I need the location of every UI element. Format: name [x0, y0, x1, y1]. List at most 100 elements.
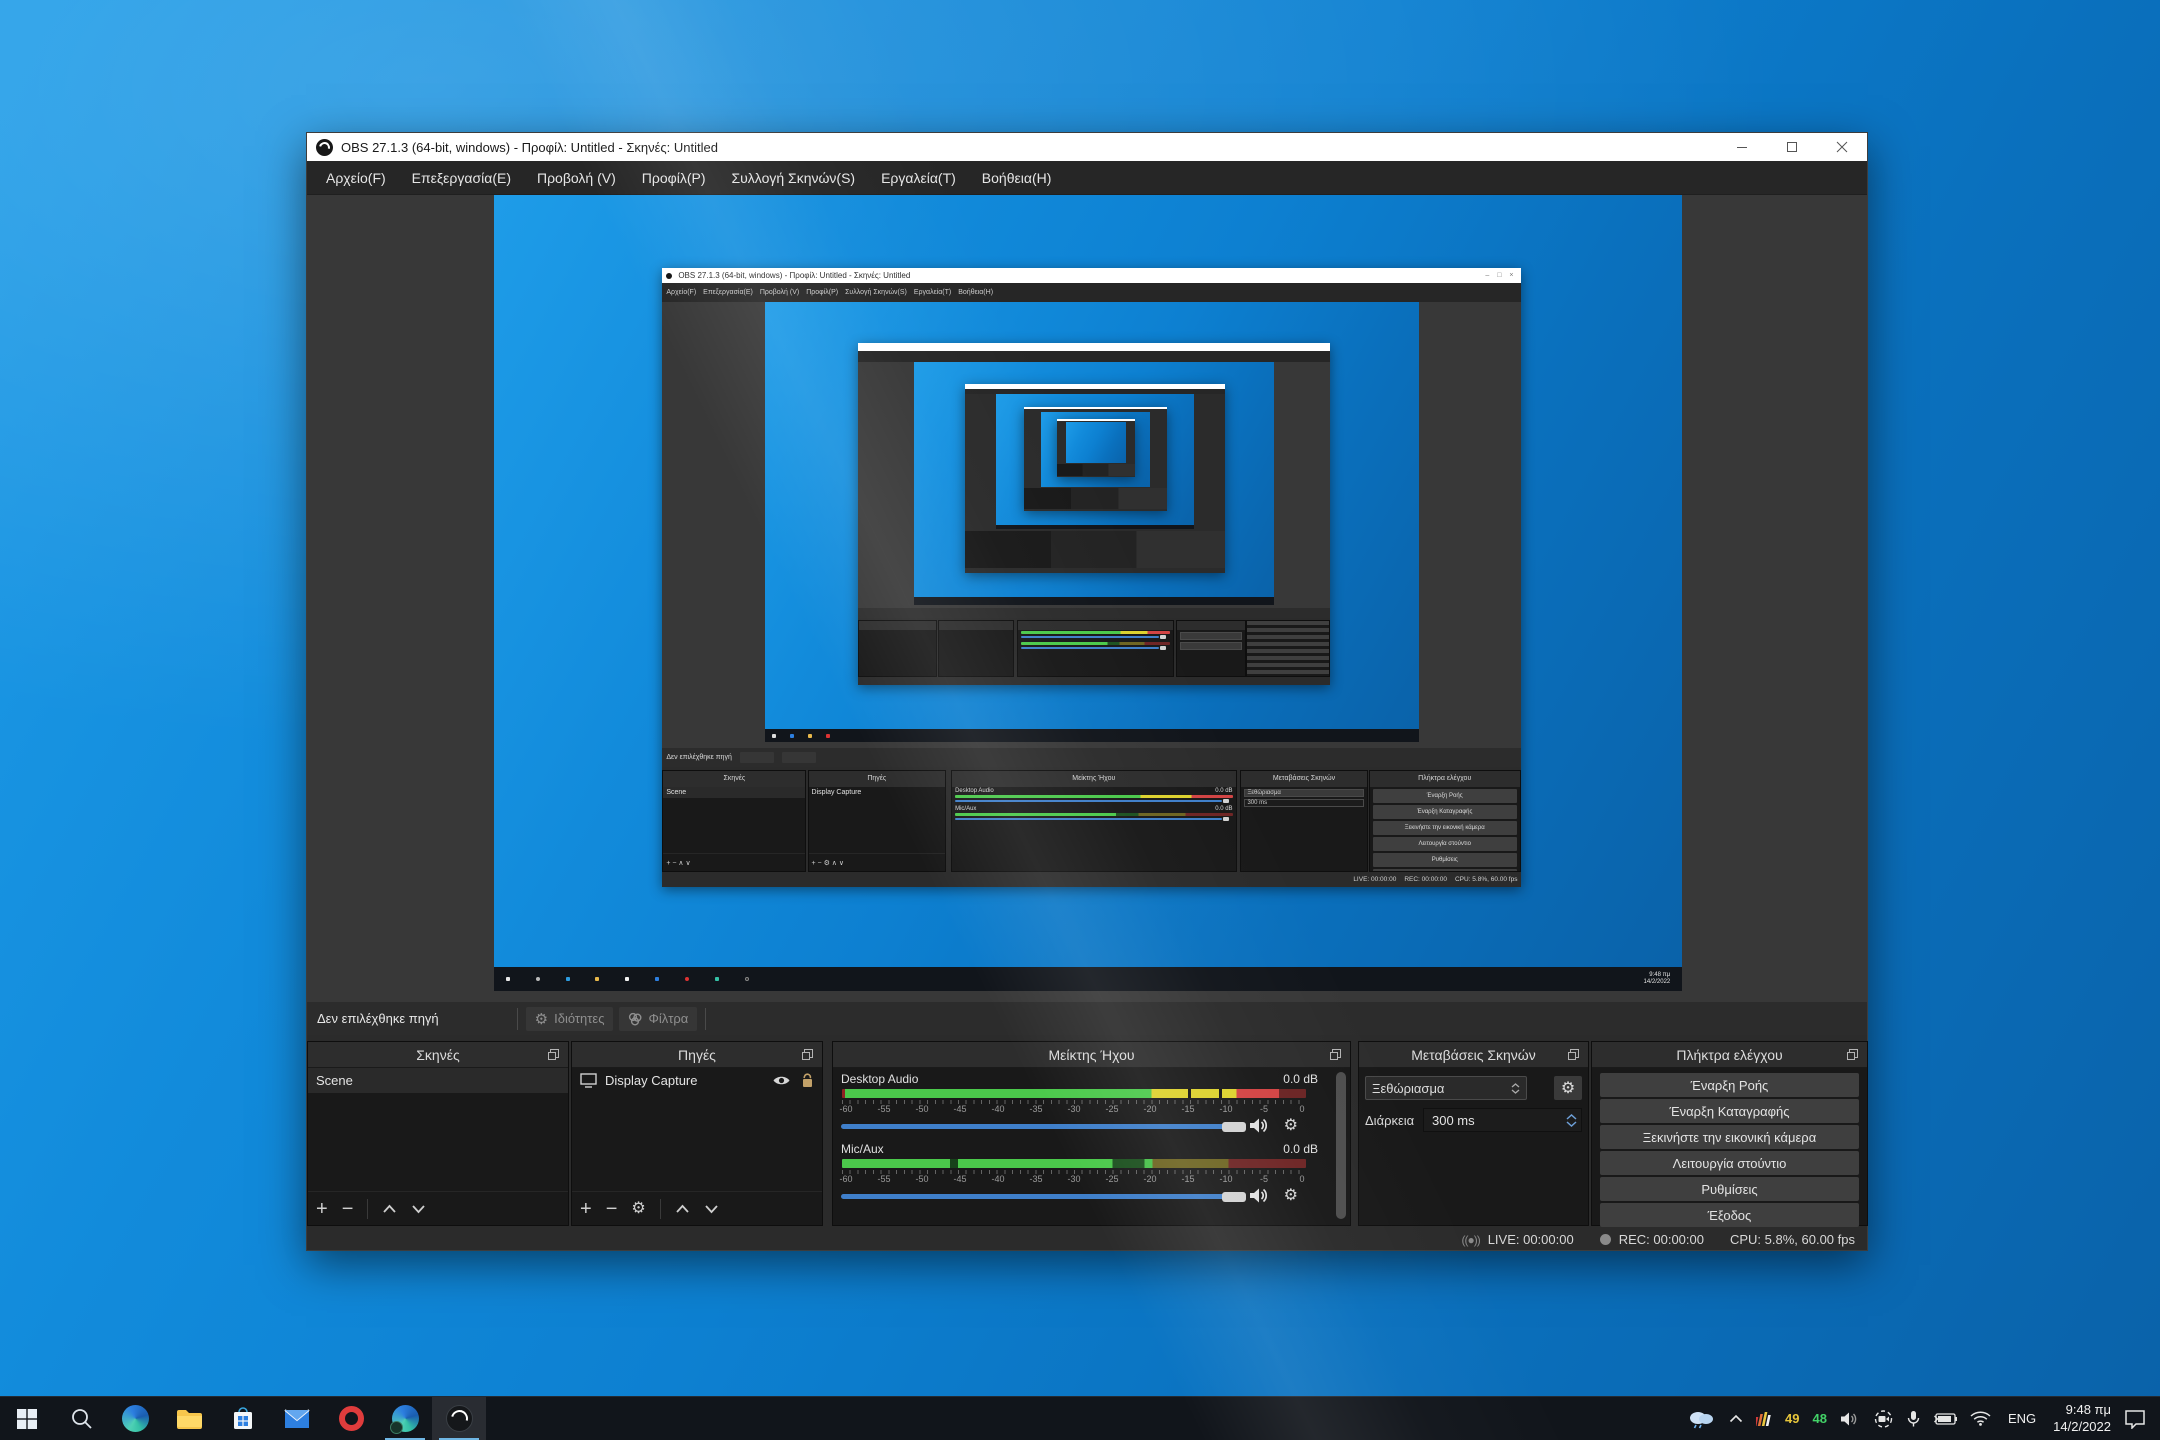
live-status: ((●)) LIVE: 00:00:00 [1461, 1232, 1573, 1247]
microphone-icon[interactable] [1907, 1410, 1920, 1428]
transitions-panel-header[interactable]: Μεταβάσεις Σκηνών [1359, 1042, 1588, 1068]
menu-item[interactable]: Συλλογή Σκηνών(S) [718, 161, 868, 195]
language-indicator[interactable]: ENG [2004, 1411, 2040, 1426]
sources-panel-title: Πηγές [678, 1047, 716, 1063]
tray-expand-chevron-icon[interactable] [1729, 1414, 1743, 1423]
volume-slider-handle[interactable] [1222, 1192, 1246, 1202]
taskbar-edge-beta[interactable] [378, 1397, 432, 1440]
properties-button[interactable]: ⚙ Ιδιότητες [526, 1007, 614, 1031]
sources-toolbar: + − ⚙ [572, 1191, 822, 1225]
wifi-icon[interactable] [1970, 1411, 1991, 1426]
meet-now-icon[interactable] [1873, 1410, 1894, 1428]
source-list-item[interactable]: Display Capture [572, 1068, 822, 1093]
close-button[interactable] [1817, 133, 1867, 161]
popout-icon[interactable] [801, 1048, 814, 1061]
popout-icon[interactable] [1329, 1048, 1342, 1061]
menu-item[interactable]: Αρχείο(F) [313, 161, 399, 195]
scene-transitions-panel: Μεταβάσεις Σκηνών Ξεθώριασμα ⚙ Διάρκεια … [1358, 1041, 1589, 1226]
sources-panel: Πηγές Display Capture + − ⚙ [571, 1041, 823, 1226]
unlock-icon[interactable] [801, 1073, 814, 1088]
menu-item[interactable]: Προβολή (V) [524, 161, 629, 195]
tick-label: -20 [1139, 1174, 1161, 1185]
search-button[interactable] [54, 1397, 108, 1440]
taskbar-obs[interactable] [432, 1397, 486, 1440]
mirror-control-button-1: Ξεκινήστε την εικονική κάμερα [1373, 821, 1517, 835]
taskbar-microsoft-store[interactable] [216, 1397, 270, 1440]
volume-slider[interactable] [841, 1122, 1230, 1132]
toolbar-separator [660, 1199, 661, 1219]
filters-icon [628, 1012, 642, 1026]
filters-button[interactable]: Φίλτρα [619, 1007, 697, 1031]
menu-item[interactable]: Εργαλεία(T) [868, 161, 969, 195]
channel-settings-gear-icon[interactable]: ⚙ [1284, 1118, 1298, 1134]
preview-canvas[interactable]: OBS 27.1.3 (64-bit, windows) - Προφίλ: U… [494, 195, 1682, 991]
visibility-eye-icon[interactable] [772, 1074, 791, 1087]
speaker-icon[interactable] [1249, 1187, 1270, 1204]
move-scene-up-button[interactable] [382, 1204, 397, 1214]
add-scene-button[interactable]: + [316, 1199, 328, 1219]
control-button[interactable]: Έξοδος [1600, 1203, 1859, 1227]
meter-tick-labels: -60-55-50-45-40-35-30-25-20-15-10-50 [835, 1174, 1313, 1185]
minimize-button[interactable] [1717, 133, 1767, 161]
mirror-menu-item-1: Βοήθεια(H) [958, 289, 993, 296]
controls-panel-header[interactable]: Πλήκτρα ελέγχου [1592, 1042, 1867, 1068]
tick-label: -35 [1025, 1174, 1047, 1185]
maximize-button[interactable] [1767, 133, 1817, 161]
control-button[interactable]: Ξεκινήστε την εικονική κάμερα [1600, 1125, 1859, 1149]
opera-icon [339, 1406, 364, 1431]
cpu-status: CPU: 5.8%, 60.00 fps [1730, 1232, 1855, 1247]
weather-icon[interactable] [1686, 1408, 1716, 1430]
volume-slider-track [841, 1194, 1230, 1199]
channel-settings-gear-icon[interactable]: ⚙ [1284, 1188, 1298, 1204]
mixer-panel-header[interactable]: Μείκτης Ήχου [833, 1042, 1350, 1068]
add-source-button[interactable]: + [580, 1199, 592, 1219]
gpu-temp-1[interactable]: 49 [1785, 1411, 1799, 1426]
source-properties-gear-icon[interactable]: ⚙ [631, 1199, 645, 1219]
gpu-monitor-icon[interactable] [1756, 1411, 1772, 1427]
scenes-panel-header[interactable]: Σκηνές [308, 1042, 568, 1068]
taskbar-mail[interactable] [270, 1397, 324, 1440]
popout-icon[interactable] [547, 1048, 560, 1061]
scenes-list: Scene [308, 1068, 568, 1191]
control-button[interactable]: Έναρξη Καταγραφής [1600, 1099, 1859, 1123]
gpu-temp-2[interactable]: 48 [1813, 1411, 1827, 1426]
menu-item[interactable]: Επεξεργασία(E) [399, 161, 524, 195]
control-button[interactable]: Λειτουργία στούντιο [1600, 1151, 1859, 1175]
taskbar-file-explorer[interactable] [162, 1397, 216, 1440]
volume-slider[interactable] [841, 1192, 1230, 1202]
popout-icon[interactable] [1567, 1048, 1580, 1061]
control-button[interactable]: Ρυθμίσεις [1600, 1177, 1859, 1201]
duration-row: Διάρκεια 300 ms [1365, 1108, 1582, 1132]
move-scene-down-button[interactable] [411, 1204, 426, 1214]
speaker-icon[interactable] [1249, 1117, 1270, 1134]
battery-charging-icon[interactable] [1933, 1412, 1957, 1426]
window-titlebar[interactable]: OBS 27.1.3 (64-bit, windows) - Προφίλ: U… [307, 133, 1867, 161]
gear-icon: ⚙ [535, 1010, 548, 1028]
scene-list-item[interactable]: Scene [308, 1068, 568, 1093]
duration-spinner-icon[interactable] [1566, 1114, 1577, 1127]
remove-source-button[interactable]: − [606, 1199, 618, 1219]
duration-input[interactable]: 300 ms [1423, 1108, 1582, 1132]
volume-slider-handle[interactable] [1222, 1122, 1246, 1132]
transition-settings-gear-icon[interactable]: ⚙ [1554, 1076, 1582, 1100]
mixer-scrollbar[interactable] [1336, 1072, 1346, 1219]
tray-speaker-icon[interactable] [1840, 1411, 1860, 1427]
start-button[interactable] [0, 1397, 54, 1440]
remove-scene-button[interactable]: − [342, 1199, 354, 1219]
menu-bar: Αρχείο(F)Επεξεργασία(E)Προβολή (V)Προφίλ… [307, 161, 1867, 195]
sources-panel-header[interactable]: Πηγές [572, 1042, 822, 1068]
menu-item[interactable]: Προφίλ(P) [629, 161, 719, 195]
control-button[interactable]: Έναρξη Ροής [1600, 1073, 1859, 1097]
move-source-up-button[interactable] [675, 1204, 690, 1214]
taskbar-opera[interactable] [324, 1397, 378, 1440]
taskbar-edge[interactable] [108, 1397, 162, 1440]
tick-label: -5 [1253, 1174, 1275, 1185]
popout-icon[interactable] [1846, 1048, 1859, 1061]
mixer-panel-title: Μείκτης Ήχου [1048, 1047, 1134, 1063]
action-center-icon[interactable] [2124, 1409, 2146, 1429]
menu-item[interactable]: Βοήθεια(H) [969, 161, 1065, 195]
move-source-down-button[interactable] [704, 1204, 719, 1214]
clock[interactable]: 9:48 πμ 14/2/2022 [2053, 1402, 2111, 1436]
transition-select[interactable]: Ξεθώριασμα [1365, 1076, 1527, 1100]
mirror-titlebar-2 [858, 343, 1331, 352]
